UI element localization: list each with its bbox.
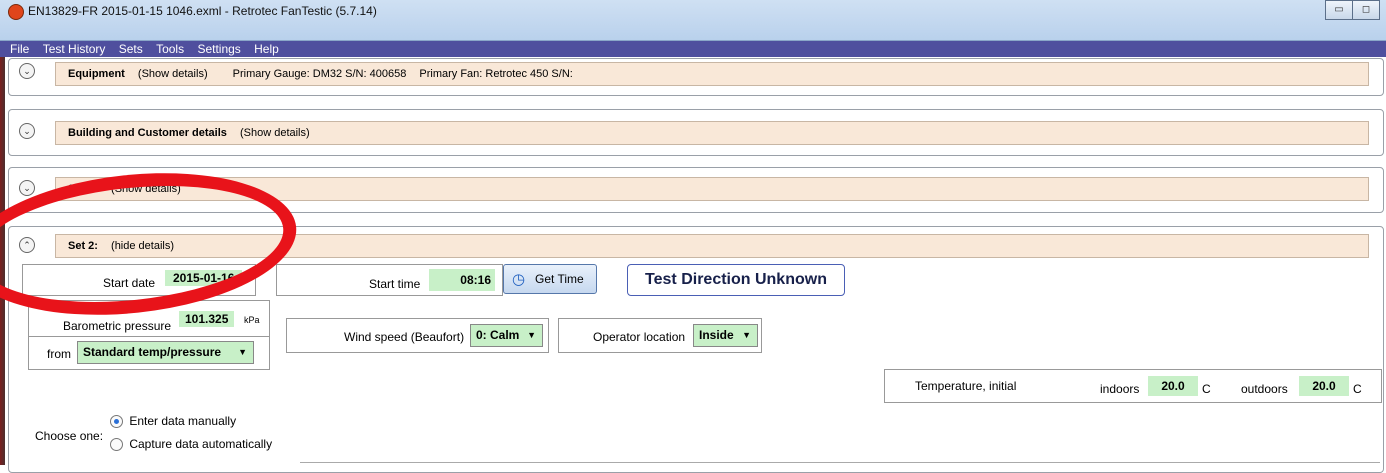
start-date-value[interactable]: 2015-01-16 [165,270,243,286]
radio-auto[interactable]: Capture data automatically [110,437,273,452]
get-time-button[interactable]: ◷ Get Time [503,264,597,294]
outdoors-value[interactable]: 20.0 [1299,376,1349,396]
barometric-label: Barometric pressure [63,319,172,333]
set2-hide-details[interactable]: (hide details) [111,240,174,252]
indoors-unit: C [1202,382,1211,396]
start-time-box: Start time 08:16 [276,264,503,296]
test-direction-indicator: Test Direction Unknown [627,264,845,296]
minimize-button[interactable]: ▭ [1325,0,1353,20]
menu-test-history[interactable]: Test History [43,42,106,56]
start-date-box: Start date 2015-01-16 [22,264,256,296]
barometric-value[interactable]: 101.325 [179,311,235,327]
menu-settings[interactable]: Settings [197,42,240,56]
menu-file[interactable]: File [10,42,29,56]
menu-bar: File Test History Sets Tools Settings He… [0,41,1386,57]
operator-dropdown[interactable]: Inside ▼ [693,324,758,347]
set2-header[interactable]: Set 2: (hide details) [55,234,1369,258]
expand-chevron-icon[interactable]: ⌄ [19,63,35,79]
app-icon [8,4,24,20]
building-show-details[interactable]: (Show details) [240,127,310,139]
barometric-unit: kPa [244,315,260,325]
radio-selected-icon [110,415,123,429]
barometric-box: Barometric pressure 101.325 kPa [28,300,270,338]
set1-panel: ⌄ Set 1: (Show details) [8,167,1384,213]
indoors-value[interactable]: 20.0 [1148,376,1198,396]
from-box: from Standard temp/pressure ▼ [28,336,270,370]
temperature-box: Temperature, initial indoors 20.0 C outd… [884,369,1382,403]
menu-help[interactable]: Help [254,42,279,56]
menu-tools[interactable]: Tools [156,42,184,56]
radio-manual-label: Enter data manually [129,414,237,428]
start-date-label: Start date [103,276,156,290]
get-time-label: Get Time [535,272,584,286]
window-controls: ▭ ◻ [1325,0,1380,20]
radio-unselected-icon [110,438,123,452]
equipment-panel: ⌄ Equipment (Show details) Primary Gauge… [8,58,1384,96]
wind-value: 0: Calm [476,328,520,342]
operator-label: Operator location [593,330,686,344]
indoors-label: indoors [1100,382,1140,396]
title-bar: EN13829-FR 2015-01-15 1046.exml - Retrot… [0,0,1386,41]
operator-value: Inside [699,328,734,342]
outdoors-unit: C [1353,382,1362,396]
set1-header[interactable]: Set 1: (Show details) [55,177,1369,201]
radio-manual[interactable]: Enter data manually [110,414,237,429]
building-header[interactable]: Building and Customer details (Show deta… [55,121,1369,145]
from-value: Standard temp/pressure [83,345,222,359]
choose-label: Choose one: [35,429,104,443]
maximize-button[interactable]: ◻ [1352,0,1380,20]
dropdown-arrow-icon: ▼ [742,330,751,340]
building-title: Building and Customer details [68,127,227,139]
set1-show-details[interactable]: (Show details) [111,183,181,195]
expand-chevron-icon[interactable]: ⌄ [19,180,35,196]
menu-sets[interactable]: Sets [119,42,143,56]
equipment-header[interactable]: Equipment (Show details) Primary Gauge: … [55,62,1369,86]
primary-gauge: Primary Gauge: DM32 S/N: 400658 [232,68,407,80]
start-time-value[interactable]: 08:16 [429,269,495,291]
equipment-title: Equipment [68,68,125,80]
dropdown-arrow-icon: ▼ [238,347,247,357]
outdoors-label: outdoors [1241,382,1288,396]
wind-label: Wind speed (Beaufort) [344,330,465,344]
wind-box: Wind speed (Beaufort) 0: Calm ▼ [286,318,549,353]
building-panel: ⌄ Building and Customer details (Show de… [8,109,1384,156]
set1-title: Set 1: [68,183,98,195]
wind-dropdown[interactable]: 0: Calm ▼ [470,324,543,347]
from-label: from [47,347,71,361]
collapse-chevron-icon[interactable]: ⌃ [19,237,35,253]
temperature-label: Temperature, initial [915,379,1017,393]
primary-fan: Primary Fan: Retrotec 450 S/N: [419,68,573,80]
start-time-label: Start time [369,277,421,291]
clock-icon: ◷ [512,271,526,288]
expand-chevron-icon[interactable]: ⌄ [19,123,35,139]
operator-box: Operator location Inside ▼ [558,318,762,353]
set2-title: Set 2: [68,240,98,252]
window-left-edge [0,57,5,465]
dropdown-arrow-icon: ▼ [527,330,536,340]
from-dropdown[interactable]: Standard temp/pressure ▼ [77,341,254,364]
window-title: EN13829-FR 2015-01-15 1046.exml - Retrot… [28,4,377,18]
equipment-show-details[interactable]: (Show details) [138,68,208,80]
radio-auto-label: Capture data automatically [129,437,273,451]
